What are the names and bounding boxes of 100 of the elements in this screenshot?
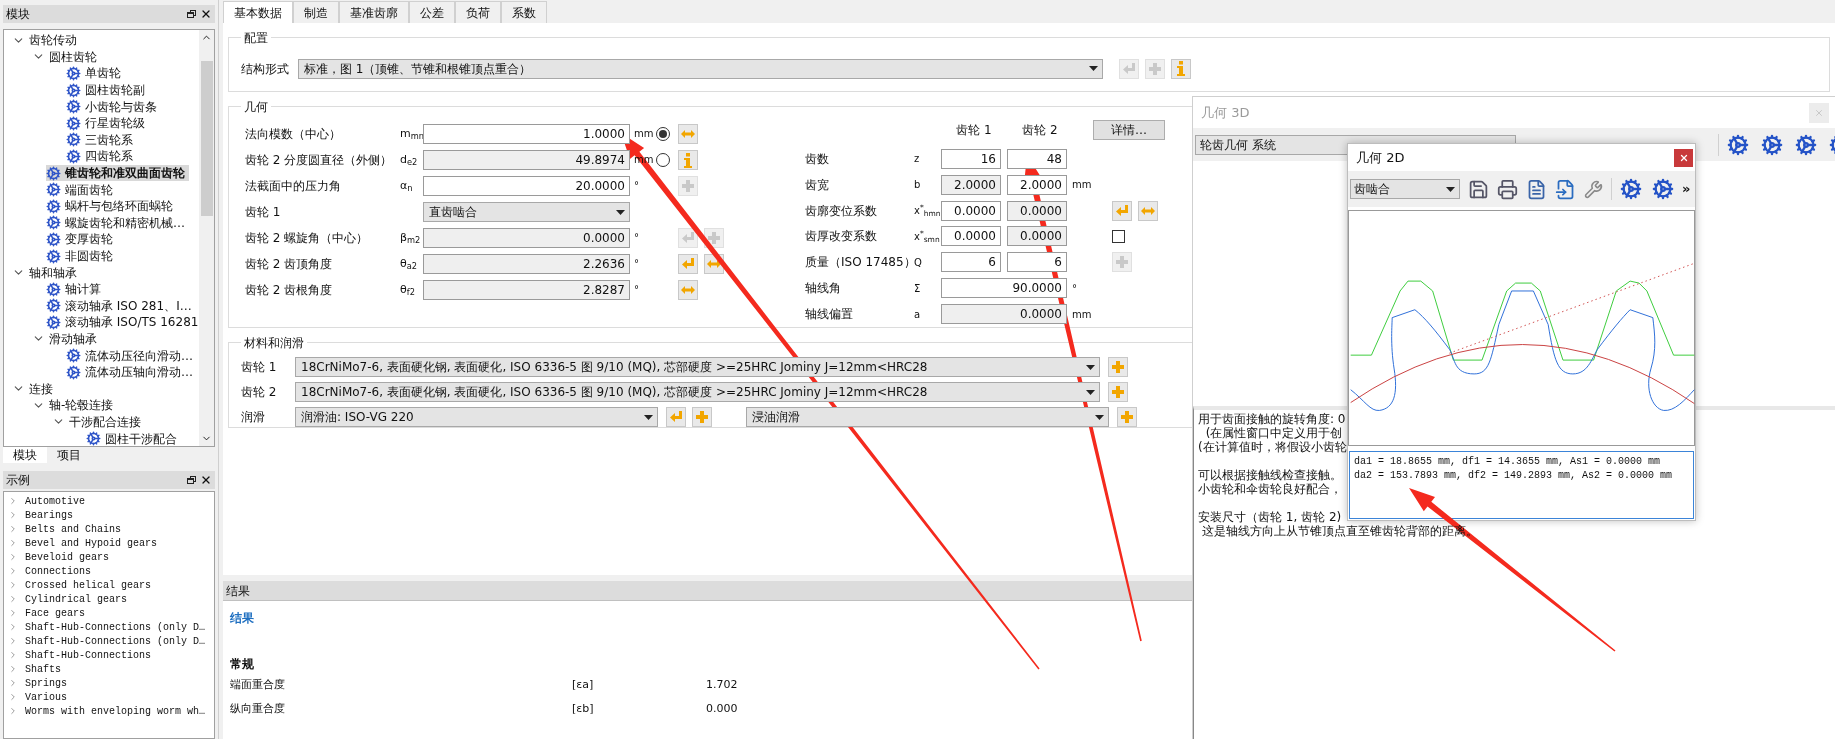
gear-icon[interactable]: [1727, 133, 1749, 156]
tree-item[interactable]: 滑动轴承: [32, 330, 101, 348]
close-icon[interactable]: [200, 8, 212, 20]
number-field[interactable]: 49.8974: [423, 150, 630, 170]
tab[interactable]: 系数: [501, 1, 547, 23]
scrollbar[interactable]: [199, 30, 214, 446]
tree-item[interactable]: 单齿轮: [66, 65, 125, 82]
document-icon[interactable]: [1526, 178, 1547, 200]
example-item[interactable]: Beveloid gears: [4, 550, 214, 564]
plus-button[interactable]: [692, 407, 712, 427]
return-button[interactable]: [678, 254, 698, 274]
number-field[interactable]: 0.0000: [1007, 226, 1067, 247]
tree-item[interactable]: 滚动轴承 ISO 281、I…: [46, 297, 196, 315]
material-select[interactable]: 润滑油: ISO-VG 220: [295, 407, 658, 427]
tree-item[interactable]: 蜗杆与包络环面蜗轮: [46, 197, 177, 215]
tree-item[interactable]: 圆柱干涉配合: [86, 430, 181, 446]
gear-icon[interactable]: [1761, 133, 1783, 156]
info-button[interactable]: [678, 150, 698, 170]
tree-item[interactable]: 小齿轮与齿条: [66, 98, 161, 115]
results-link[interactable]: 结果: [230, 609, 254, 627]
tree-item[interactable]: 连接: [12, 380, 57, 398]
tree-item[interactable]: 圆柱齿轮副: [66, 81, 149, 99]
close-icon[interactable]: [200, 474, 212, 486]
swap-button[interactable]: [1138, 200, 1158, 221]
tree-item[interactable]: 行星齿轮级: [66, 114, 149, 132]
number-field[interactable]: 0.0000: [941, 304, 1067, 325]
number-field[interactable]: 0.0000: [941, 226, 1001, 247]
scrollbar-thumb[interactable]: [200, 60, 213, 216]
save-icon[interactable]: [1468, 178, 1489, 200]
number-field[interactable]: 1.0000: [423, 124, 630, 144]
example-item[interactable]: Shaft-Hub-Connections (only D…: [4, 620, 214, 634]
panel-tab[interactable]: 模块: [3, 447, 47, 463]
example-item[interactable]: Cylindrical gears: [4, 592, 214, 606]
checkbox[interactable]: [1112, 229, 1125, 243]
number-field[interactable]: 90.0000: [941, 278, 1067, 299]
material-select[interactable]: 18CrNiMo7-6, 表面硬化钢, 表面硬化, ISO 6336-5 图 9/10 (MQ), 芯部硬度 >=25HRC Jominy J=12mm<HRC28: [295, 357, 1100, 377]
gear-type-select[interactable]: 直齿啮合: [423, 202, 630, 222]
example-item[interactable]: Shaft-Hub-Connections (only D…: [4, 634, 214, 648]
number-field[interactable]: 6: [1007, 252, 1067, 273]
material-select[interactable]: 18CrNiMo7-6, 表面硬化钢, 表面硬化, ISO 6336-5 图 9/10 (MQ), 芯部硬度 >=25HRC Jominy J=12mm<HRC28: [295, 382, 1100, 402]
plus-button[interactable]: [1117, 407, 1137, 427]
swap-button[interactable]: [678, 280, 698, 300]
number-field[interactable]: 48: [1007, 148, 1067, 169]
example-item[interactable]: Shaft-Hub-Connections: [4, 648, 214, 662]
gear-icon[interactable]: [1652, 178, 1674, 200]
example-item[interactable]: Face gears: [4, 606, 214, 620]
plus-button[interactable]: [1108, 382, 1128, 402]
gear-icon[interactable]: [1795, 133, 1817, 156]
number-field[interactable]: 2.2636: [423, 254, 630, 274]
tab[interactable]: 公差: [409, 1, 455, 23]
number-field[interactable]: 0.0000: [423, 228, 630, 248]
tree-item[interactable]: 齿轮传动: [12, 32, 81, 49]
tree-item[interactable]: 四齿轮系: [66, 148, 137, 165]
example-item[interactable]: Bearings: [4, 508, 214, 522]
swap-button[interactable]: [678, 124, 698, 144]
restore-icon[interactable]: [187, 9, 196, 19]
example-item[interactable]: Shafts: [4, 662, 214, 676]
view-select[interactable]: 齿啮合: [1350, 179, 1460, 199]
wrench-icon[interactable]: [1584, 179, 1603, 199]
tree-item[interactable]: 三齿轮系: [66, 131, 137, 149]
tab[interactable]: 制造: [293, 1, 339, 23]
tab[interactable]: 基本数据: [223, 1, 293, 23]
number-field[interactable]: 0.0000: [941, 200, 1001, 221]
number-field[interactable]: 6: [941, 252, 1001, 273]
tree-item[interactable]: 干涉配合连接: [52, 413, 145, 431]
tree-item[interactable]: 端面齿轮: [46, 181, 117, 198]
tree-item[interactable]: 圆柱齿轮: [32, 48, 101, 66]
gear-icon[interactable]: [1620, 178, 1642, 200]
design-select[interactable]: 标准，图 1（顶锥、节锥和根锥顶点重合）: [298, 58, 1103, 79]
tree-item[interactable]: 流体动压轴向滑动…: [66, 363, 197, 381]
details-button[interactable]: 详情…: [1093, 120, 1165, 141]
example-item[interactable]: Springs: [4, 676, 214, 690]
tree-item[interactable]: 变厚齿轮: [46, 231, 117, 248]
tree-item[interactable]: 非圆齿轮: [46, 247, 117, 265]
return-button[interactable]: [1112, 200, 1132, 221]
tab[interactable]: 基准齿廓: [339, 1, 409, 23]
tree-item[interactable]: 轴计算: [46, 280, 105, 298]
tab[interactable]: 负荷: [455, 1, 501, 23]
number-field[interactable]: 16: [941, 148, 1001, 169]
tree-item[interactable]: 轴和轴承: [12, 264, 81, 281]
tree-item[interactable]: 流体动压径向滑动…: [66, 347, 197, 364]
material-select[interactable]: 浸油润滑: [746, 407, 1109, 427]
number-field[interactable]: 2.0000: [1007, 174, 1067, 195]
example-item[interactable]: Bevel and Hypoid gears: [4, 536, 214, 550]
tree-item[interactable]: 滚动轴承 ISO/TS 16281: [46, 314, 199, 331]
export-icon[interactable]: [1555, 178, 1576, 200]
number-field[interactable]: 0.0000: [1007, 200, 1067, 221]
info-button[interactable]: [1171, 58, 1191, 79]
example-item[interactable]: Belts and Chains: [4, 522, 214, 536]
example-item[interactable]: Worms with enveloping worm wh…: [4, 704, 214, 718]
example-item[interactable]: Automotive: [4, 494, 214, 508]
example-item[interactable]: Crossed helical gears: [4, 578, 214, 592]
example-item[interactable]: Various: [4, 690, 214, 704]
close-button[interactable]: [1674, 148, 1693, 167]
plus-button[interactable]: [1108, 357, 1128, 377]
number-field[interactable]: 20.0000: [423, 176, 630, 196]
printer-icon[interactable]: [1497, 178, 1518, 200]
tree-item[interactable]: 轴-轮毂连接: [32, 397, 118, 414]
return-button[interactable]: [666, 407, 686, 427]
example-item[interactable]: Connections: [4, 564, 214, 578]
